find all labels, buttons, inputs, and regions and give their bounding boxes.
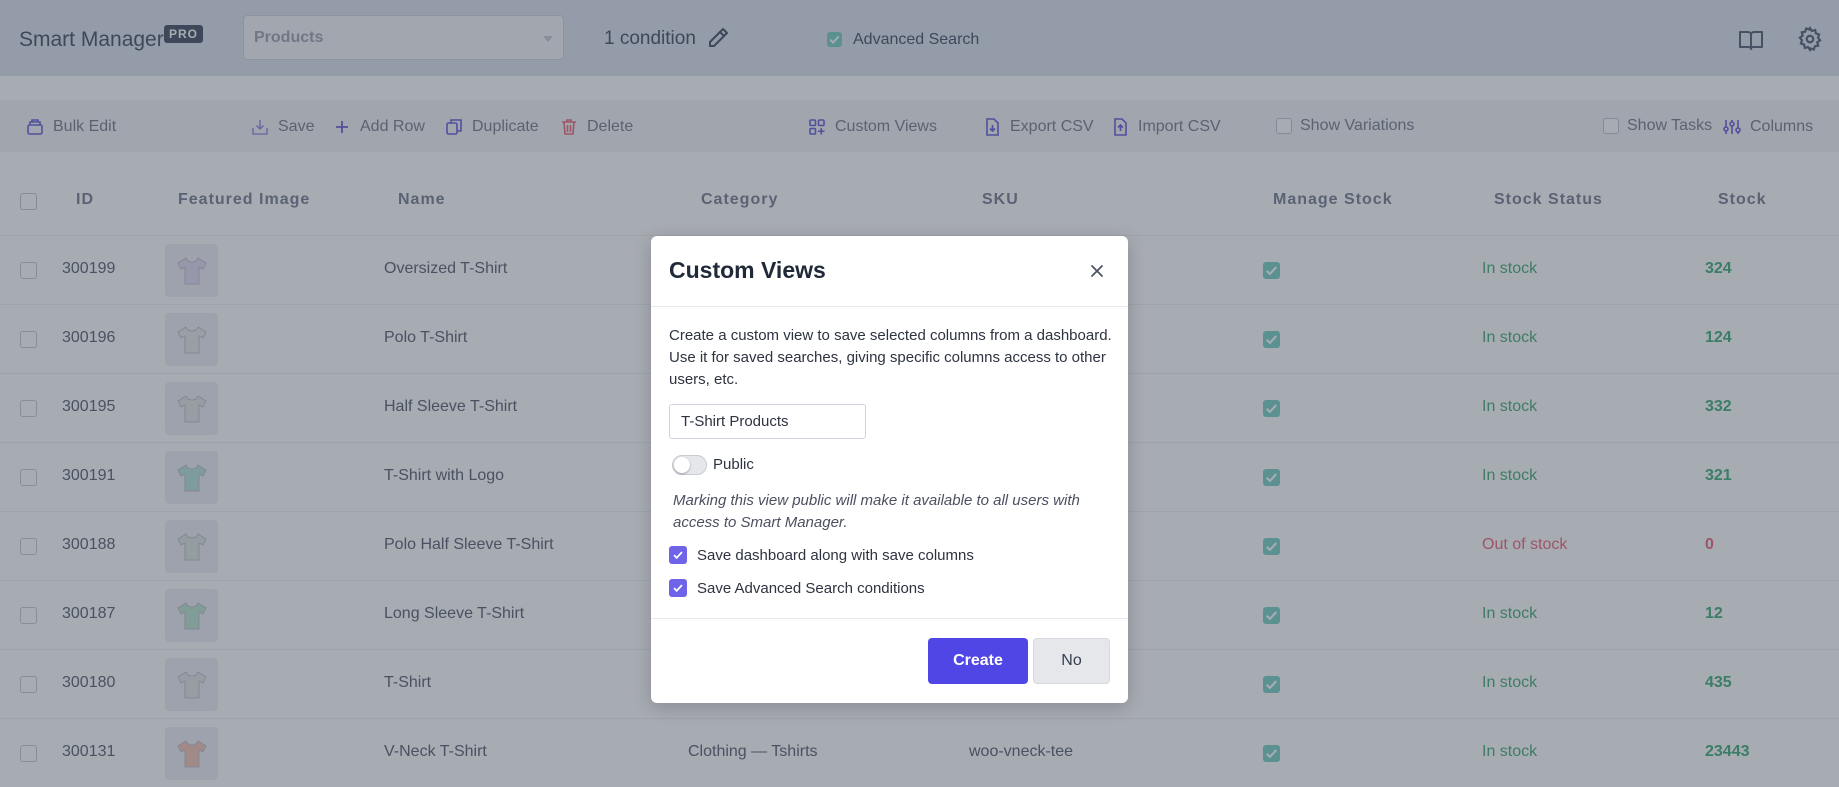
divider xyxy=(651,618,1128,619)
divider xyxy=(651,306,1128,307)
close-icon[interactable] xyxy=(1089,263,1105,279)
view-name-input[interactable] xyxy=(669,404,866,439)
check-icon xyxy=(673,551,683,560)
custom-views-modal: Custom Views Create a custom view to sav… xyxy=(651,236,1128,703)
save-search-label: Save Advanced Search conditions xyxy=(697,579,925,597)
check-icon xyxy=(673,584,683,593)
modal-title: Custom Views xyxy=(669,257,826,283)
public-note: Marking this view public will make it av… xyxy=(673,492,1080,531)
modal-description: Create a custom view to save selected co… xyxy=(669,327,1112,388)
save-search-option[interactable]: Save Advanced Search conditions xyxy=(669,579,925,597)
save-dashboard-checkbox[interactable] xyxy=(669,546,687,564)
save-search-checkbox[interactable] xyxy=(669,579,687,597)
no-button[interactable]: No xyxy=(1033,638,1110,684)
toggle-knob xyxy=(674,457,690,473)
public-label[interactable]: Public xyxy=(713,456,754,473)
create-button[interactable]: Create xyxy=(928,638,1028,684)
save-dashboard-option[interactable]: Save dashboard along with save columns xyxy=(669,546,974,564)
public-toggle[interactable] xyxy=(672,455,707,475)
save-dashboard-label: Save dashboard along with save columns xyxy=(697,546,974,564)
